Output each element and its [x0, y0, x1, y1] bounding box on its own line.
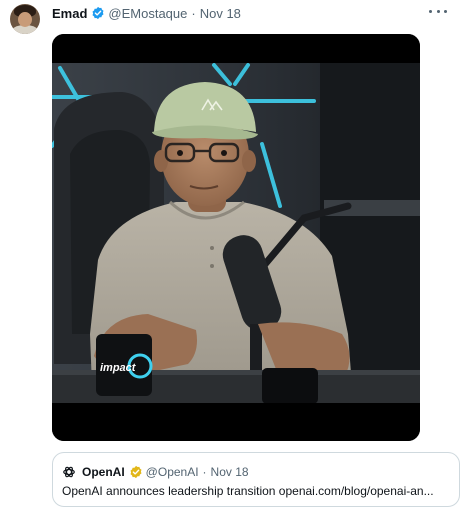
- verified-badge-icon: [92, 6, 104, 20]
- avatar-face: [18, 12, 32, 27]
- more-horizontal-icon[interactable]: [429, 4, 447, 18]
- quoted-author-handle[interactable]: @OpenAI: [146, 465, 199, 479]
- quoted-header-separator: ·: [202, 465, 207, 479]
- cup: [262, 368, 318, 404]
- shirt-button: [210, 246, 214, 250]
- more-dot: [444, 9, 447, 13]
- eye: [177, 150, 183, 156]
- more-dot: [436, 9, 440, 13]
- quoted-tweet-date[interactable]: Nov 18: [211, 465, 249, 479]
- tweet-header: Emad @EMostaque · Nov 18: [52, 5, 241, 21]
- author-name[interactable]: Emad: [52, 6, 87, 21]
- mug-label: impact: [100, 362, 137, 374]
- quoted-tweet-text: OpenAI announces leadership transition o…: [62, 484, 434, 498]
- tweet-date[interactable]: Nov 18: [200, 6, 241, 21]
- quoted-tweet-header: OpenAI @OpenAI · Nov 18: [62, 464, 249, 480]
- shirt-button: [210, 264, 214, 268]
- openai-logo-icon: [63, 466, 75, 478]
- quoted-tweet[interactable]: OpenAI @OpenAI · Nov 18 OpenAI announces…: [52, 452, 460, 507]
- mic-stand: [250, 324, 262, 376]
- header-separator: ·: [191, 5, 196, 21]
- video-frame: impact: [52, 34, 420, 441]
- person-ear: [242, 150, 256, 172]
- verified-org-badge-icon: [130, 465, 142, 479]
- more-dot: [429, 9, 432, 13]
- letterbox-bottom: [52, 403, 420, 441]
- quoted-author-name[interactable]: OpenAI: [82, 465, 125, 479]
- author-handle[interactable]: @EMostaque: [108, 6, 187, 21]
- letterbox-top: [52, 34, 420, 63]
- tweet-media-video[interactable]: impact: [52, 34, 420, 441]
- avatar[interactable]: [10, 4, 40, 34]
- tweet[interactable]: Emad @EMostaque · Nov 18 impact OpenAI @…: [0, 0, 460, 510]
- eye: [221, 150, 227, 156]
